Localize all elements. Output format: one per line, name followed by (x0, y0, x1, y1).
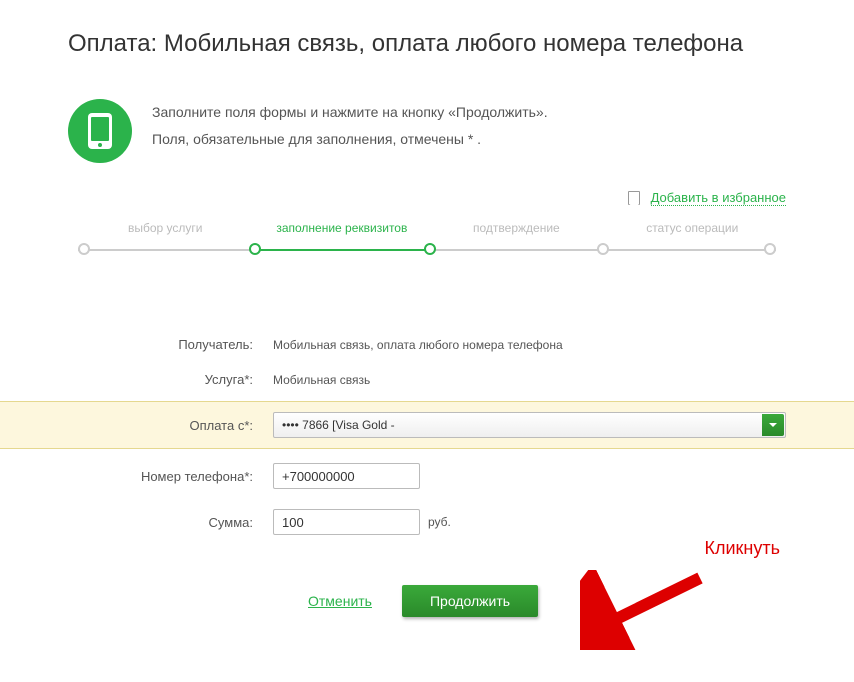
page-title: Оплата: Мобильная связь, оплата любого н… (68, 28, 786, 59)
amount-label: Сумма: (68, 515, 273, 530)
payment-source-value: •••• 7866 [Visa Gold - (282, 418, 395, 432)
step-node-4 (597, 243, 609, 255)
bookmark-icon (628, 191, 640, 205)
service-label: Услуга*: (68, 372, 273, 387)
step-node-5 (764, 243, 776, 255)
chevron-down-icon (762, 414, 784, 436)
step-node-3 (424, 243, 436, 255)
step-label-4: статус операции (646, 221, 738, 235)
step-node-1 (78, 243, 90, 255)
progress-stepper: выбор услуги заполнение реквизитов подтв… (78, 225, 776, 267)
recipient-value: Мобильная связь, оплата любого номера те… (273, 338, 563, 352)
annotation-label: Кликнуть (705, 538, 780, 559)
phone-input[interactable] (273, 463, 420, 489)
phone-icon (68, 99, 132, 163)
info-block: Заполните поля формы и нажмите на кнопку… (68, 99, 786, 163)
add-favorite-link[interactable]: Добавить в избранное (651, 190, 786, 206)
submit-button[interactable]: Продолжить (402, 585, 538, 617)
service-value: Мобильная связь (273, 373, 370, 387)
payment-source-select[interactable]: •••• 7866 [Visa Gold - (273, 412, 786, 438)
payfrom-label: Оплата с*: (68, 418, 273, 433)
step-label-2: заполнение реквизитов (276, 221, 407, 235)
phone-label: Номер телефона*: (68, 469, 273, 484)
step-node-2 (249, 243, 261, 255)
info-line-2: Поля, обязательные для заполнения, отмеч… (152, 126, 548, 153)
info-line-1: Заполните поля формы и нажмите на кнопку… (152, 99, 548, 126)
step-label-3: подтверждение (473, 221, 560, 235)
currency-label: руб. (428, 515, 451, 529)
cancel-link[interactable]: Отменить (308, 593, 372, 609)
amount-input[interactable] (273, 509, 420, 535)
step-label-1: выбор услуги (128, 221, 203, 235)
recipient-label: Получатель: (68, 337, 273, 352)
